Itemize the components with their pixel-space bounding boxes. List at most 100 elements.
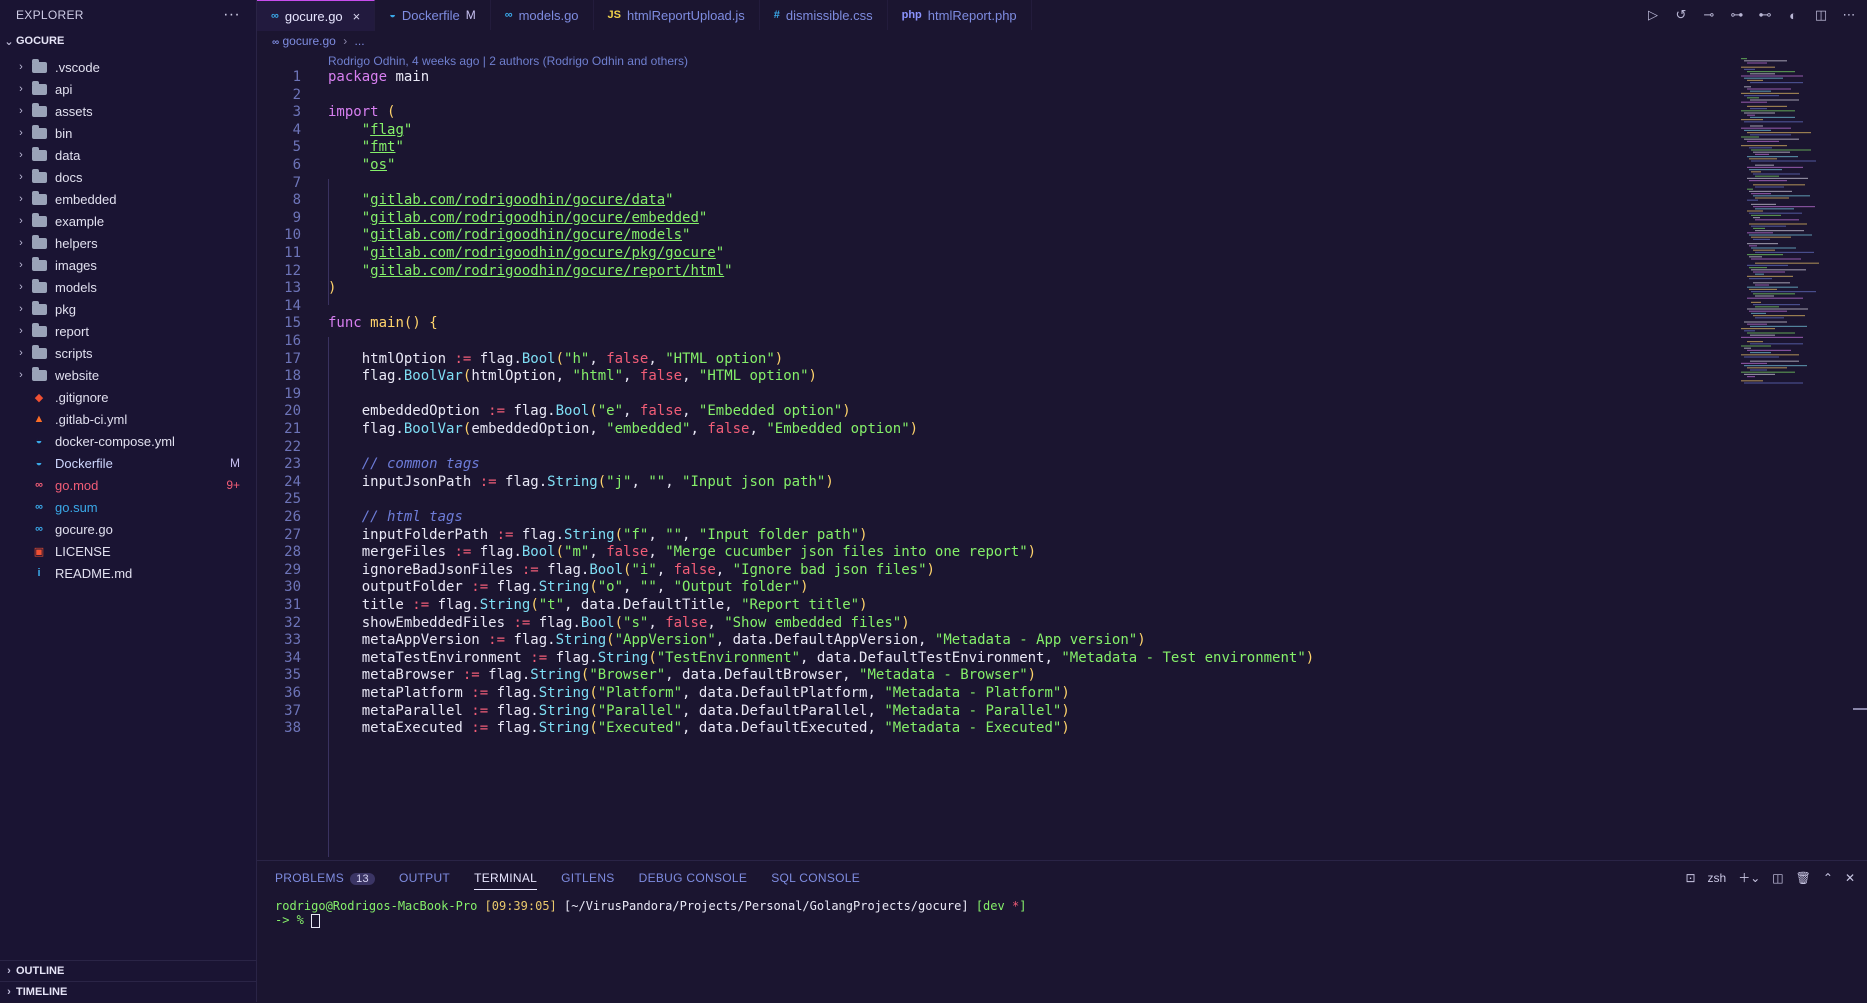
close-panel-icon[interactable]: ✕: [1845, 871, 1855, 885]
terminal-cursor: [311, 913, 321, 928]
file-type-icon: #: [773, 9, 780, 21]
history-icon[interactable]: ↺: [1673, 7, 1689, 23]
split-terminal-icon[interactable]: ◫: [1772, 871, 1783, 885]
minimap-line: [1750, 73, 1775, 75]
breadcrumb-more[interactable]: ...: [355, 34, 365, 48]
outline-section[interactable]: › OUTLINE: [0, 960, 256, 981]
tab-dockerfile[interactable]: ◒ Dockerfile M: [375, 0, 491, 30]
file-item[interactable]: ◒ docker-compose.yml: [0, 430, 256, 452]
info-icon: i: [37, 567, 41, 579]
minimap-line: [1755, 197, 1789, 199]
file-item[interactable]: ◆ .gitignore: [0, 386, 256, 408]
folder-item[interactable]: › embedded: [0, 188, 256, 210]
panel-tab-debug-console[interactable]: DEBUG CONSOLE: [639, 871, 748, 890]
minimap-line: [1744, 356, 1779, 358]
code-line: 38 metaExecuted := flag.String("Executed…: [257, 718, 1717, 739]
terminal-shell-icon[interactable]: ⊡: [1685, 871, 1695, 885]
minimap-line: [1755, 219, 1799, 221]
blame-toggle-icon[interactable]: ◐: [1785, 7, 1801, 23]
panel-tab-sql-console[interactable]: SQL CONSOLE: [771, 871, 860, 890]
minimap-line: [1744, 60, 1787, 62]
timeline-section[interactable]: › TIMELINE: [0, 981, 256, 1002]
minimap-line: [1747, 62, 1767, 64]
file-item[interactable]: i README.md: [0, 562, 256, 584]
folder-item[interactable]: › bin: [0, 122, 256, 144]
file-item[interactable]: ∞ go.sum: [0, 496, 256, 518]
git-icon: ◆: [34, 391, 44, 404]
terminal-output[interactable]: rodrigo@Rodrigos-MacBook-Pro [09:39:05] …: [275, 899, 1026, 928]
folder-icon: [32, 366, 47, 381]
minimap-line: [1753, 217, 1760, 219]
go-icon: ∞: [35, 501, 43, 513]
file-item[interactable]: ∞ go.mod 9+: [0, 474, 256, 496]
minimap-line: [1749, 212, 1802, 214]
folder-item[interactable]: › website: [0, 364, 256, 386]
close-icon[interactable]: ×: [353, 9, 361, 24]
minimap-line: [1747, 341, 1763, 343]
maximize-panel-icon[interactable]: ⌃: [1823, 871, 1833, 885]
git-commit-icon[interactable]: ⊸: [1701, 7, 1717, 23]
add-terminal-icon[interactable]: ＋⌄: [1738, 869, 1760, 886]
folder-item[interactable]: › example: [0, 210, 256, 232]
folder-item[interactable]: › .vscode: [0, 56, 256, 78]
more-icon[interactable]: ⋯: [1841, 7, 1857, 23]
chevron-right-icon: ›: [19, 281, 23, 293]
file-item[interactable]: ▣ LICENSE: [0, 540, 256, 562]
minimap-line: [1753, 304, 1800, 306]
file-label: gocure.go: [55, 521, 113, 537]
tab-gocure-go[interactable]: ∞ gocure.go ×: [257, 0, 376, 31]
docker-icon: ◒: [35, 457, 43, 469]
tab-models-go[interactable]: ∞ models.go: [491, 0, 594, 30]
panel-tab-terminal[interactable]: TERMINAL: [474, 871, 538, 890]
folder-label: .vscode: [55, 59, 100, 75]
workspace-root[interactable]: ⌄ GOCURE: [0, 30, 256, 52]
split-editor-icon[interactable]: ◫: [1813, 7, 1829, 23]
folder-icon: [32, 256, 47, 271]
tab-htmlreport-php[interactable]: php htmlReport.php: [888, 0, 1032, 30]
scrollbar-marker[interactable]: [1853, 708, 1867, 710]
minimap-line: [1749, 234, 1812, 236]
minimap-line: [1749, 256, 1762, 258]
minimap-line: [1744, 112, 1775, 114]
folder-item[interactable]: › images: [0, 254, 256, 276]
terminal-input-line[interactable]: -> %: [275, 913, 1026, 928]
folder-label: images: [55, 257, 97, 273]
run-icon[interactable]: ▷: [1645, 7, 1661, 23]
kill-terminal-icon[interactable]: 🗑: [1796, 871, 1811, 885]
minimap-line: [1751, 258, 1801, 260]
breadcrumb-file[interactable]: gocure.go: [282, 34, 335, 48]
folder-icon: [32, 124, 47, 139]
tab-htmlreportupload-js[interactable]: JS htmlReportUpload.js: [594, 0, 760, 30]
minimap[interactable]: [1737, 52, 1857, 392]
file-item[interactable]: ∞ gocure.go: [0, 518, 256, 540]
folder-item[interactable]: › models: [0, 276, 256, 298]
file-type-icon: php: [901, 9, 922, 21]
folder-item[interactable]: › pkg: [0, 298, 256, 320]
folder-item[interactable]: › docs: [0, 166, 256, 188]
more-actions-icon[interactable]: ···: [223, 6, 240, 24]
minimap-line: [1750, 334, 1775, 336]
git-compare-icon[interactable]: ⊶: [1729, 7, 1745, 23]
panel-tab-output[interactable]: OUTPUT: [399, 871, 450, 890]
file-type-icon: JS: [607, 9, 622, 21]
terminal-branch: [dev: [975, 899, 1012, 913]
tab-dismissible-css[interactable]: # dismissible.css: [760, 0, 888, 30]
folder-item[interactable]: › api: [0, 78, 256, 100]
minimap-line: [1747, 177, 1808, 179]
file-item[interactable]: ◒ Dockerfile M: [0, 452, 256, 474]
file-item[interactable]: ▲ .gitlab-ci.yml: [0, 408, 256, 430]
terminal-shell-label[interactable]: zsh: [1708, 871, 1727, 885]
code-editor[interactable]: Rodrigo Odhin, 4 weeks ago | 2 authors (…: [257, 52, 1727, 860]
minimap-line: [1747, 88, 1791, 90]
folder-item[interactable]: › assets: [0, 100, 256, 122]
git-next-icon[interactable]: ⊷: [1757, 7, 1773, 23]
folder-item[interactable]: › scripts: [0, 342, 256, 364]
folder-item[interactable]: › helpers: [0, 232, 256, 254]
folder-item[interactable]: › report: [0, 320, 256, 342]
panel-tab-problems[interactable]: PROBLEMS 13: [275, 871, 375, 890]
folder-item[interactable]: › data: [0, 144, 256, 166]
panel-tab-gitlens[interactable]: GITLENS: [561, 871, 614, 890]
folder-icon: [32, 102, 47, 117]
line-number: 38: [284, 720, 301, 737]
minimap-line: [1753, 151, 1790, 153]
